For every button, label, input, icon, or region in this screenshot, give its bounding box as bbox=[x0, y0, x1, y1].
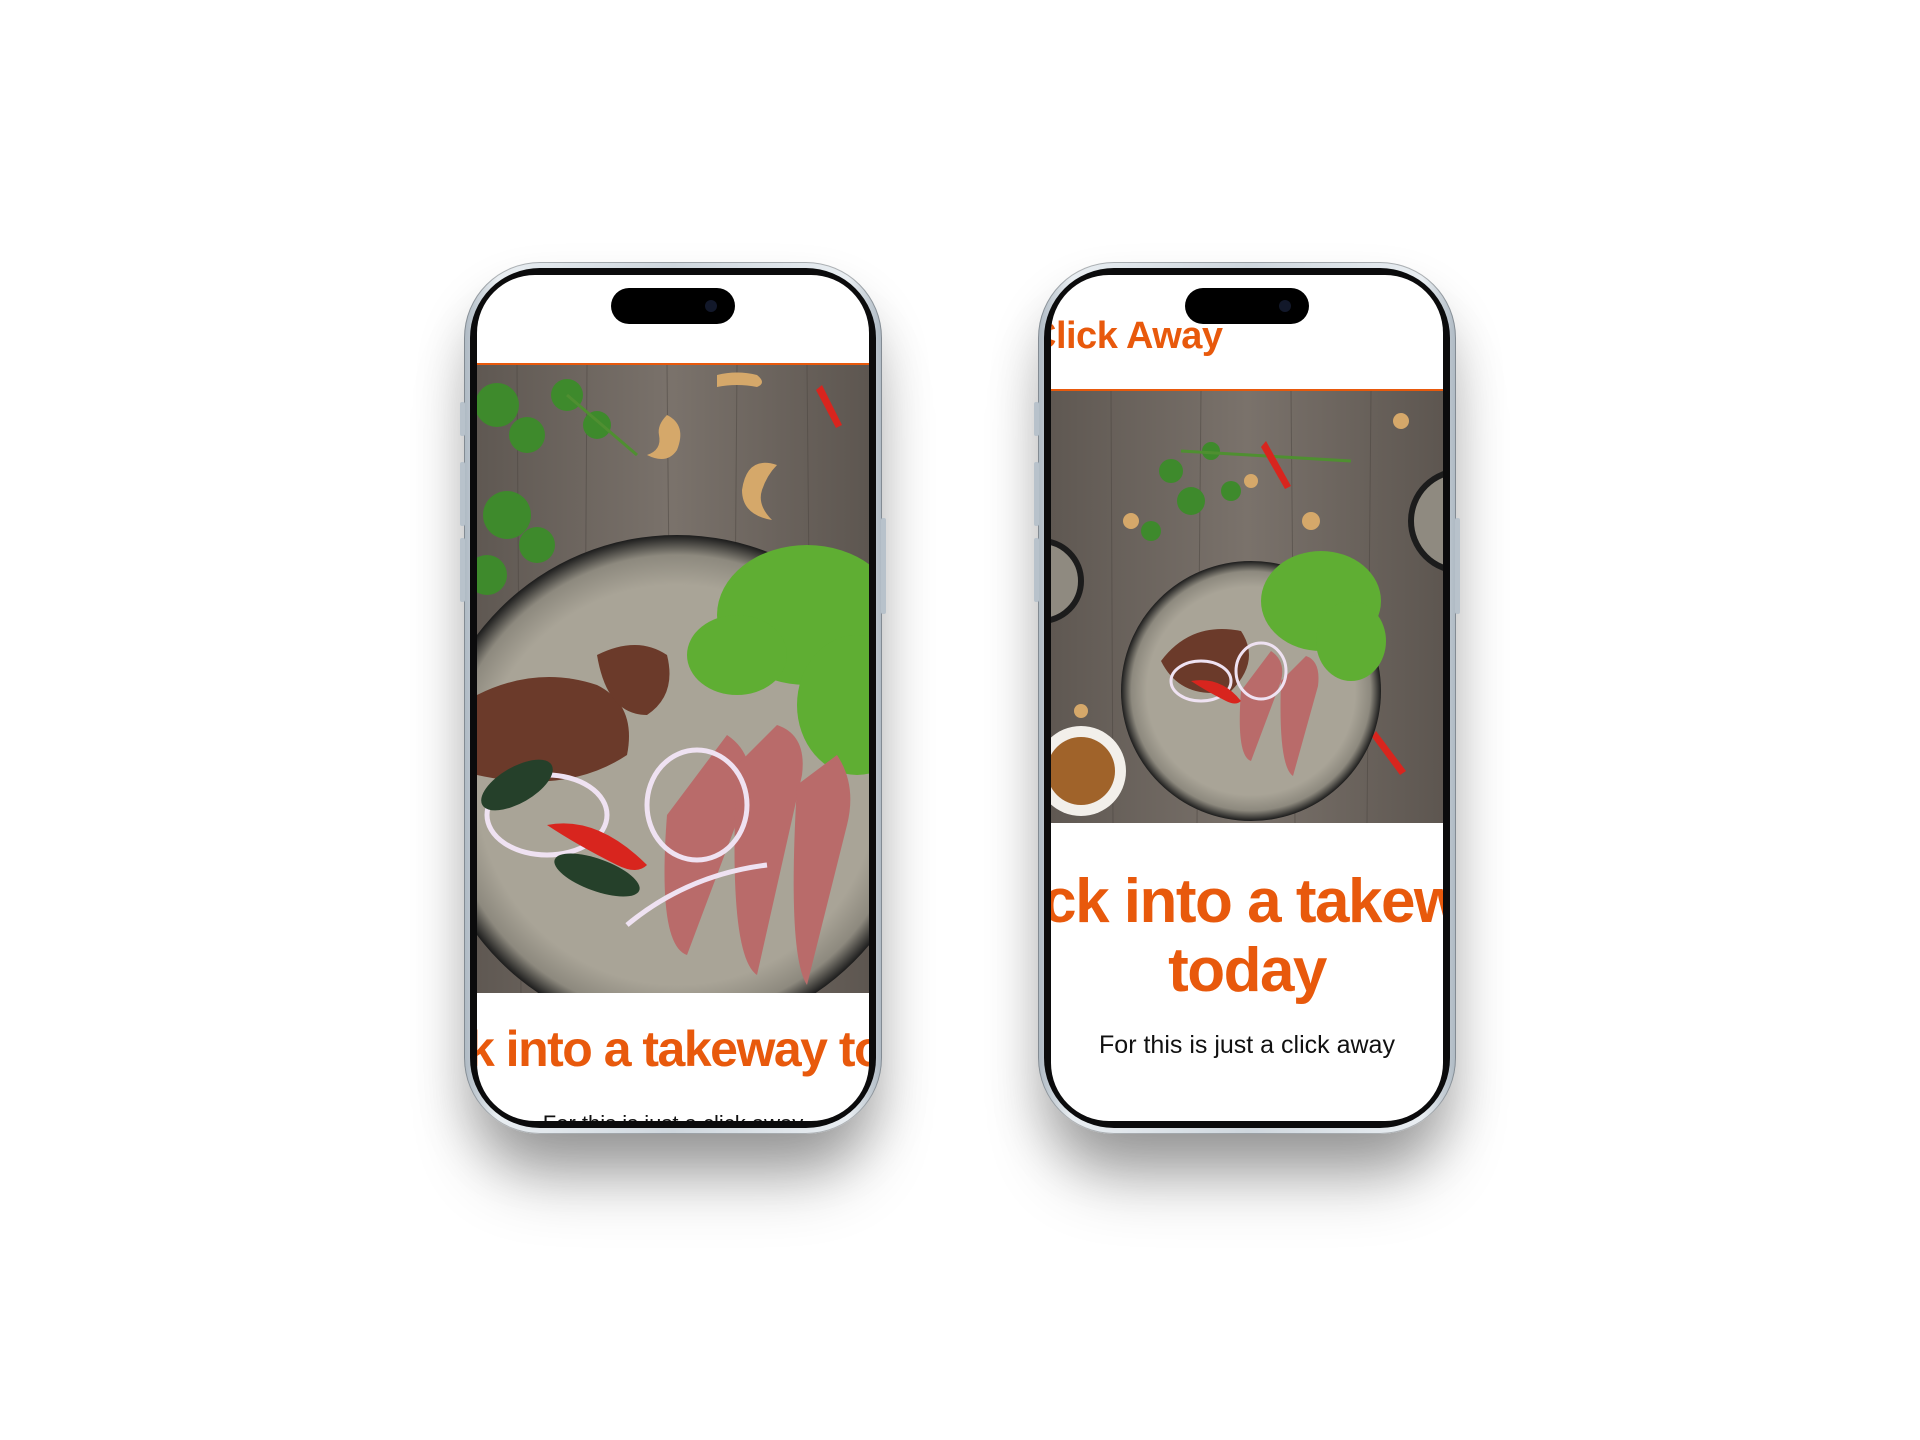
power-button bbox=[1455, 518, 1460, 614]
hero-tagline: For this is just a click away bbox=[1099, 1031, 1395, 1059]
hero-headline: Click into a takeway today bbox=[1051, 867, 1443, 1006]
hero-image bbox=[477, 365, 869, 993]
dynamic-island bbox=[1185, 288, 1309, 324]
volume-up-button bbox=[460, 462, 465, 526]
phone-mockup-right: Click Away bbox=[1034, 262, 1460, 1134]
volume-up-button bbox=[1034, 462, 1039, 526]
volume-down-button bbox=[1034, 538, 1039, 602]
phone-screen[interactable]: Click Away bbox=[1051, 275, 1443, 1121]
dynamic-island bbox=[611, 288, 735, 324]
volume-down-button bbox=[460, 538, 465, 602]
hero-tagline: For this is just a click away bbox=[477, 1111, 869, 1121]
phone-screen[interactable]: Click into a takeway today For this is j… bbox=[477, 275, 869, 1121]
action-button bbox=[1034, 402, 1039, 436]
steak-bowl-photo bbox=[477, 365, 869, 993]
power-button bbox=[881, 518, 886, 614]
action-button bbox=[460, 402, 465, 436]
hero-headline: Click into a takeway today bbox=[477, 1021, 869, 1077]
hero-image bbox=[1051, 391, 1443, 823]
steak-bowl-photo bbox=[1051, 391, 1443, 823]
phone-mockup-left: Click into a takeway today For this is j… bbox=[460, 262, 886, 1134]
mockup-stage: Click into a takeway today For this is j… bbox=[0, 0, 1920, 1440]
